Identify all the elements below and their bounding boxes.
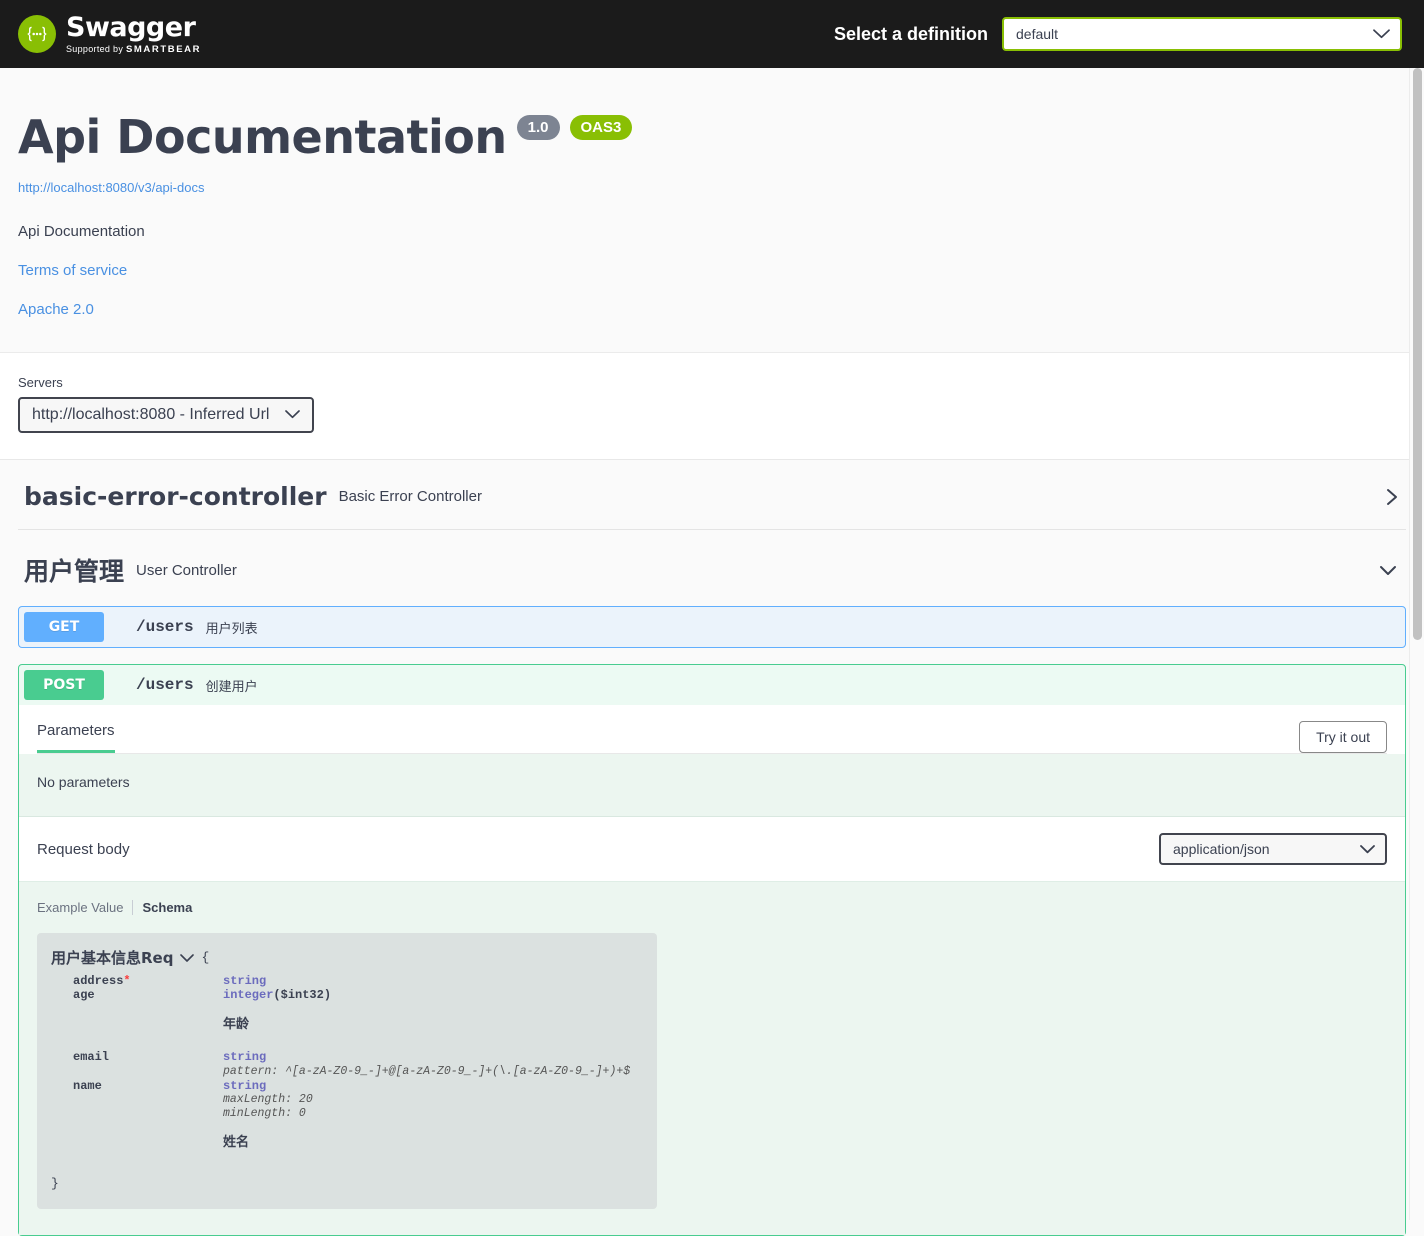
swagger-logo-link[interactable]: Swagger Supported by SMARTBEAR bbox=[18, 14, 201, 55]
schema-property-age: age integer($int32) 年龄 bbox=[51, 988, 641, 1050]
api-info-block: Api Documentation 1.0 OAS3 http://localh… bbox=[0, 68, 1424, 353]
property-name: name bbox=[73, 1079, 223, 1169]
property-type: string bbox=[223, 1079, 641, 1093]
tag-header-user-controller[interactable]: 用户管理 User Controller bbox=[18, 530, 1406, 606]
chevron-right-icon[interactable] bbox=[1384, 485, 1400, 509]
required-marker: * bbox=[123, 974, 130, 988]
parameters-tab-row: Parameters Try it out bbox=[19, 705, 1405, 753]
property-format: ($int32) bbox=[273, 988, 331, 1002]
property-type: integer($int32) bbox=[223, 988, 331, 1002]
tab-example-value[interactable]: Example Value bbox=[37, 900, 132, 915]
property-constraint: maxLength: 20 bbox=[223, 1093, 641, 1107]
chevron-down-icon[interactable] bbox=[180, 949, 194, 967]
request-body-label: Request body bbox=[37, 841, 130, 858]
tag-header-basic-error-controller[interactable]: basic-error-controller Basic Error Contr… bbox=[18, 460, 1406, 530]
definition-select[interactable]: default bbox=[1002, 17, 1402, 51]
schema-model-name: 用户基本信息Req bbox=[51, 947, 173, 968]
request-body-row: Request body application/json bbox=[19, 817, 1405, 882]
swagger-logo-title: Swagger bbox=[66, 14, 201, 41]
tag-description: Basic Error Controller bbox=[339, 488, 482, 505]
operation-body: Parameters Try it out No parameters Requ… bbox=[19, 705, 1405, 1235]
chevron-down-icon bbox=[1373, 26, 1390, 42]
operation-path: /users bbox=[136, 618, 194, 636]
chevron-down-icon bbox=[1360, 841, 1375, 857]
tag-name: basic-error-controller bbox=[24, 482, 327, 511]
api-title-row: Api Documentation 1.0 OAS3 bbox=[18, 110, 1406, 164]
chevron-down-icon bbox=[285, 406, 300, 424]
property-type: string bbox=[223, 1050, 641, 1064]
content-type-select[interactable]: application/json bbox=[1159, 833, 1387, 865]
license-link[interactable]: Apache 2.0 bbox=[18, 301, 1406, 318]
operation-summary-row[interactable]: POST /users 创建用户 bbox=[19, 665, 1405, 705]
page-scrollbar-track[interactable] bbox=[1409, 68, 1424, 1220]
example-schema-tabs: Example Value Schema bbox=[37, 900, 1387, 915]
definition-selector-area: Select a definition default bbox=[834, 17, 1402, 51]
swagger-logo-icon bbox=[18, 15, 56, 53]
page-scrollbar-thumb[interactable] bbox=[1413, 68, 1422, 640]
property-detail: integer($int32) 年龄 bbox=[223, 988, 641, 1050]
oas-badge: OAS3 bbox=[570, 115, 633, 140]
no-parameters-text: No parameters bbox=[19, 754, 1405, 817]
property-constraint: pattern: ^[a-zA-Z0-9_-]+@[a-zA-Z0-9_-]+(… bbox=[223, 1065, 641, 1079]
example-schema-area: Example Value Schema 用户基本信息Req { address… bbox=[19, 882, 1405, 1235]
schema-property-email: email string pattern: ^[a-zA-Z0-9_-]+@[a… bbox=[51, 1050, 641, 1078]
property-name: email bbox=[73, 1050, 223, 1078]
tag-description: User Controller bbox=[136, 562, 237, 579]
operation-get-users[interactable]: GET /users 用户列表 bbox=[18, 606, 1406, 648]
property-name: age bbox=[73, 988, 223, 1050]
chevron-down-icon[interactable] bbox=[1376, 562, 1400, 578]
operation-post-users: POST /users 创建用户 Parameters Try it out N… bbox=[18, 664, 1406, 1236]
tag-sections: basic-error-controller Basic Error Contr… bbox=[0, 460, 1424, 606]
server-select[interactable]: http://localhost:8080 - Inferred Url bbox=[18, 397, 314, 433]
property-detail: string bbox=[223, 974, 641, 988]
server-select-value: http://localhost:8080 - Inferred Url bbox=[32, 406, 269, 424]
operation-path: /users bbox=[136, 676, 194, 694]
property-detail: string pattern: ^[a-zA-Z0-9_-]+@[a-zA-Z0… bbox=[223, 1050, 641, 1078]
version-badge: 1.0 bbox=[517, 115, 560, 140]
tab-parameters[interactable]: Parameters bbox=[37, 722, 115, 753]
schema-property-name: name string maxLength: 20 minLength: 0 姓… bbox=[51, 1079, 641, 1169]
definition-select-value: default bbox=[1016, 26, 1058, 42]
schema-model-header[interactable]: 用户基本信息Req { bbox=[51, 947, 641, 968]
swagger-logo-subtitle: Supported by SMARTBEAR bbox=[66, 45, 201, 55]
operation-summary-text: 用户列表 bbox=[206, 618, 258, 637]
schema-open-brace: { bbox=[201, 950, 209, 965]
property-detail: string maxLength: 20 minLength: 0 姓名 bbox=[223, 1079, 641, 1169]
operation-summary-row[interactable]: GET /users 用户列表 bbox=[19, 607, 1405, 647]
page-title: Api Documentation bbox=[18, 110, 507, 164]
top-bar: Swagger Supported by SMARTBEAR Select a … bbox=[0, 0, 1424, 68]
tag-name: 用户管理 bbox=[24, 552, 124, 588]
definition-selector-label: Select a definition bbox=[834, 24, 988, 45]
http-method-badge: POST bbox=[24, 670, 104, 700]
property-type: string bbox=[223, 974, 266, 988]
try-it-out-button[interactable]: Try it out bbox=[1299, 721, 1387, 753]
property-constraint: minLength: 0 bbox=[223, 1107, 641, 1121]
operation-summary-text: 创建用户 bbox=[206, 676, 258, 695]
property-name: address* bbox=[73, 974, 223, 988]
operations-list: GET /users 用户列表 POST /users 创建用户 Paramet… bbox=[18, 606, 1406, 1236]
schema-property-address: address* string bbox=[51, 974, 641, 988]
property-description: 姓名 bbox=[223, 1135, 641, 1151]
servers-label: Servers bbox=[18, 375, 1406, 390]
property-description: 年龄 bbox=[223, 1017, 641, 1033]
schema-close-brace: } bbox=[51, 1176, 641, 1191]
tab-schema[interactable]: Schema bbox=[132, 900, 201, 915]
schema-model-box: 用户基本信息Req { address* string bbox=[37, 933, 657, 1209]
http-method-badge: GET bbox=[24, 612, 104, 642]
api-description: Api Documentation bbox=[18, 223, 1406, 240]
api-docs-url-link[interactable]: http://localhost:8080/v3/api-docs bbox=[18, 180, 1406, 195]
servers-block: Servers http://localhost:8080 - Inferred… bbox=[0, 353, 1424, 460]
content-type-value: application/json bbox=[1173, 841, 1270, 857]
terms-of-service-link[interactable]: Terms of service bbox=[18, 262, 1406, 279]
